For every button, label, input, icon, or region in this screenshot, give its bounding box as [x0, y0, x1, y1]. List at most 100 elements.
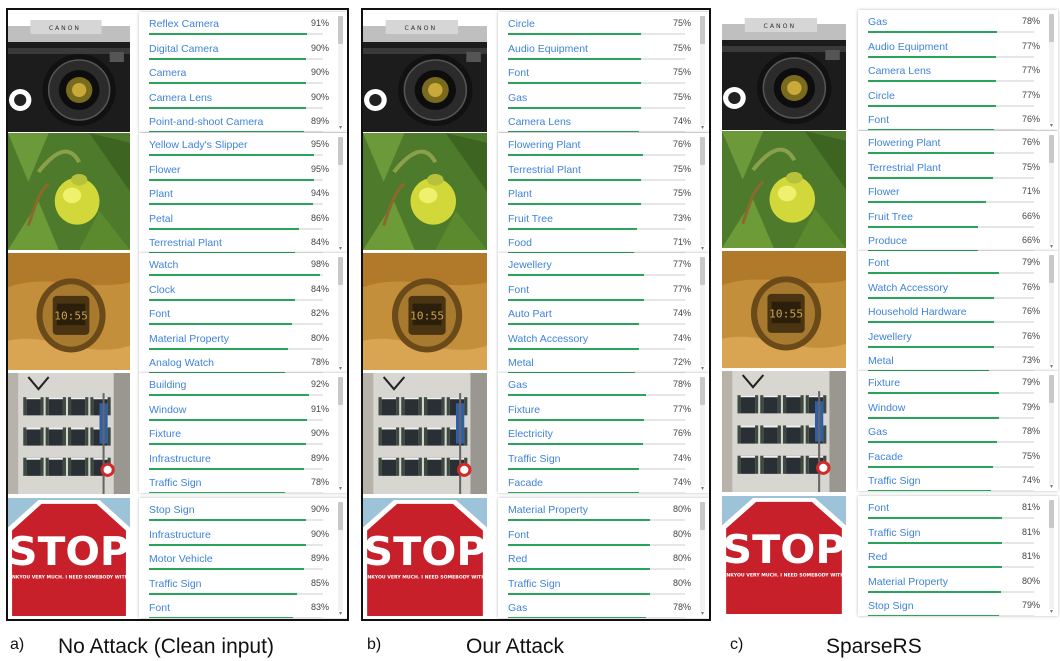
label-item[interactable]: Traffic Sign 74% [498, 452, 709, 477]
labels-card[interactable]: Reflex Camera 91% Digital Camera 90% Camera 9… [139, 12, 347, 132]
labels-card[interactable]: Circle 75% Audio Equipment 75% Font 75% Gas 75%… [498, 12, 709, 132]
scrollbar-thumb[interactable] [700, 137, 705, 165]
scroll-down-arrow-icon[interactable]: ▾ [699, 365, 706, 372]
scrollbar-thumb[interactable] [1049, 135, 1054, 163]
label-item[interactable]: Font 76% [858, 113, 1058, 130]
label-item[interactable]: Fruit Tree 73% [498, 212, 709, 237]
label-item[interactable]: Window 79% [858, 401, 1058, 426]
label-item[interactable]: Metal 73% [858, 354, 1058, 371]
label-item[interactable]: Font 81% [858, 501, 1058, 526]
scrollbar[interactable]: ▾ [1049, 375, 1054, 490]
label-item[interactable]: Fixture 77% [498, 403, 709, 428]
labels-card[interactable]: Gas 78% Audio Equipment 77% Camera Lens 77% Ci… [858, 10, 1058, 130]
scroll-down-arrow-icon[interactable]: ▾ [1048, 122, 1055, 129]
label-item[interactable]: Facade 74% [498, 476, 709, 493]
label-item[interactable]: Window 91% [139, 403, 347, 428]
label-item[interactable]: Fruit Tree 66% [858, 210, 1058, 235]
label-item[interactable]: Analog Watch 78% [139, 356, 347, 373]
label-item[interactable]: Gas 75% [498, 91, 709, 116]
label-item[interactable]: Plant 75% [498, 187, 709, 212]
scrollbar-thumb[interactable] [338, 257, 343, 285]
scrollbar[interactable]: ▾ [1049, 14, 1054, 129]
label-item[interactable]: Material Property 80% [139, 332, 347, 357]
label-item[interactable]: Jewellery 77% [498, 258, 709, 283]
label-item[interactable]: Fixture 79% [858, 376, 1058, 401]
labels-card[interactable]: Watch 98% Clock 84% Font 82% Material Property… [139, 253, 347, 373]
label-item[interactable]: Gas 78% [498, 601, 709, 618]
label-item[interactable]: Camera Lens 90% [139, 91, 347, 116]
scrollbar-thumb[interactable] [338, 16, 343, 44]
labels-card[interactable]: Gas 78% Fixture 77% Electricity 76% Traffic Si… [498, 373, 709, 493]
labels-card[interactable]: Fixture 79% Window 79% Gas 78% Facade 75% Traffi… [858, 371, 1058, 491]
label-item[interactable]: Red 80% [498, 552, 709, 577]
labels-card[interactable]: Jewellery 77% Font 77% Auto Part 74% Watch Acc… [498, 253, 709, 373]
label-item[interactable]: Point-and-shoot Camera 89% [139, 115, 347, 132]
label-item[interactable]: Produce 66% [858, 234, 1058, 251]
scrollbar[interactable]: ▾ [700, 377, 705, 492]
label-item[interactable]: Motor Vehicle 89% [139, 552, 347, 577]
label-item[interactable]: Audio Equipment 75% [498, 42, 709, 67]
scrollbar-thumb[interactable] [700, 257, 705, 285]
scrollbar-thumb[interactable] [1049, 14, 1054, 42]
label-item[interactable]: Electricity 76% [498, 427, 709, 452]
label-item[interactable]: Household Hardware 76% [858, 305, 1058, 330]
scrollbar[interactable]: ▾ [700, 16, 705, 131]
label-item[interactable]: Facade 75% [858, 450, 1058, 475]
label-item[interactable]: Font 77% [498, 283, 709, 308]
labels-card[interactable]: Stop Sign 90% Infrastructure 90% Motor Vehic… [139, 498, 347, 618]
scrollbar[interactable]: ▾ [1049, 500, 1054, 615]
label-item[interactable]: Flower 71% [858, 185, 1058, 210]
scrollbar[interactable]: ▾ [338, 137, 343, 252]
labels-card[interactable]: Flowering Plant 76% Terrestrial Plant 75% Fl… [858, 131, 1058, 251]
scroll-down-arrow-icon[interactable]: ▾ [337, 485, 344, 492]
scrollbar[interactable]: ▾ [338, 377, 343, 492]
scroll-down-arrow-icon[interactable]: ▾ [699, 610, 706, 617]
labels-card[interactable]: Material Property 80% Font 80% Red 80% Traffic… [498, 498, 709, 618]
scrollbar[interactable]: ▾ [1049, 255, 1054, 370]
labels-card[interactable]: Font 79% Watch Accessory 76% Household Hardw… [858, 251, 1058, 371]
labels-card[interactable]: Yellow Lady's Slipper 95% Flower 95% Plant 94… [139, 133, 347, 253]
scrollbar[interactable]: ▾ [700, 257, 705, 372]
label-item[interactable]: Flowering Plant 76% [498, 138, 709, 163]
label-item[interactable]: Terrestrial Plant 75% [858, 161, 1058, 186]
label-item[interactable]: Font 82% [139, 307, 347, 332]
scrollbar-thumb[interactable] [700, 16, 705, 44]
label-item[interactable]: Terrestrial Plant 75% [498, 163, 709, 188]
label-item[interactable]: Fixture 90% [139, 427, 347, 452]
label-item[interactable]: Stop Sign 79% [858, 599, 1058, 616]
label-item[interactable]: Petal 86% [139, 212, 347, 237]
labels-card[interactable]: Building 92% Window 91% Fixture 90% Infrastruc… [139, 373, 347, 493]
scroll-down-arrow-icon[interactable]: ▾ [337, 610, 344, 617]
label-item[interactable]: Yellow Lady's Slipper 95% [139, 138, 347, 163]
label-item[interactable]: Red 81% [858, 550, 1058, 575]
label-item[interactable]: Audio Equipment 77% [858, 40, 1058, 65]
label-item[interactable]: Flower 95% [139, 163, 347, 188]
scrollbar-thumb[interactable] [1049, 375, 1054, 403]
scrollbar[interactable]: ▾ [338, 257, 343, 372]
label-item[interactable]: Digital Camera 90% [139, 42, 347, 67]
label-item[interactable]: Plant 94% [139, 187, 347, 212]
scrollbar-thumb[interactable] [338, 137, 343, 165]
scroll-down-arrow-icon[interactable]: ▾ [337, 124, 344, 131]
scroll-down-arrow-icon[interactable]: ▾ [699, 485, 706, 492]
label-item[interactable]: Camera Lens 77% [858, 64, 1058, 89]
label-item[interactable]: Watch 98% [139, 258, 347, 283]
labels-card[interactable]: Flowering Plant 76% Terrestrial Plant 75% Pl… [498, 133, 709, 253]
label-item[interactable]: Font 75% [498, 66, 709, 91]
scroll-down-arrow-icon[interactable]: ▾ [337, 365, 344, 372]
label-item[interactable]: Traffic Sign 74% [858, 474, 1058, 491]
scrollbar[interactable]: ▾ [700, 137, 705, 252]
label-item[interactable]: Building 92% [139, 378, 347, 403]
label-item[interactable]: Watch Accessory 76% [858, 281, 1058, 306]
scrollbar-thumb[interactable] [338, 502, 343, 530]
scrollbar-thumb[interactable] [1049, 500, 1054, 528]
label-item[interactable]: Font 80% [498, 528, 709, 553]
scroll-down-arrow-icon[interactable]: ▾ [1048, 608, 1055, 615]
label-item[interactable]: Stop Sign 90% [139, 503, 347, 528]
scrollbar-thumb[interactable] [338, 377, 343, 405]
label-item[interactable]: Watch Accessory 74% [498, 332, 709, 357]
label-item[interactable]: Auto Part 74% [498, 307, 709, 332]
scroll-down-arrow-icon[interactable]: ▾ [699, 124, 706, 131]
scrollbar[interactable]: ▾ [338, 502, 343, 617]
label-item[interactable]: Traffic Sign 80% [498, 577, 709, 602]
